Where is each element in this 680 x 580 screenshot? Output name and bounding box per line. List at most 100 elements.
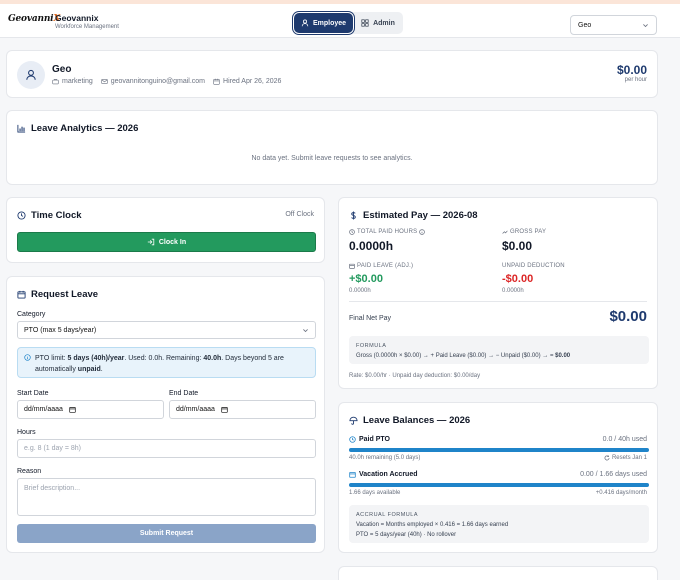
user-icon [26,69,36,80]
vacation-progress-fill [349,483,649,487]
umbrella-icon [349,416,358,425]
formula-title: FORMULA [356,343,387,349]
app-logo: GeovanniX [8,14,61,24]
leave-balances-card: Leave Balances — 2026 Paid PTO 0.0 / 40h… [338,402,658,553]
net-pay-label: Final Net Pay [349,315,392,322]
paid-pto-label: Paid PTO [349,436,390,443]
clock-icon [349,436,356,443]
hire-date: Hired Apr 26, 2026 [213,78,281,85]
unpaid-deduction-value: -$0.00 [502,273,534,285]
gross-pay-label: GROSS PAY [502,229,546,235]
paid-pto-reset: Resets Jan 1 [604,455,647,461]
vacation-used: 0.00 / 1.66 days used [580,471,647,478]
leave-analytics-card: Leave Analytics — 2026 No data yet. Subm… [6,110,658,185]
paid-leave-label: PAID LEAVE (ADJ.) [349,263,413,269]
briefcase-icon [52,78,59,85]
category-label: Category [17,311,46,318]
vacation-accrual-rate: +0.416 days/month [595,490,647,496]
clock-icon [17,211,26,220]
estimated-pay-title: Estimated Pay — 2026-08 [349,210,478,221]
gross-pay-value: $0.00 [502,239,533,253]
reason-label: Reason [17,468,42,475]
end-date-label: End Date [169,390,199,397]
brand: Geovannix Workforce Management [55,13,119,30]
profile-meta: marketing geovannitonguino@gmail.com Hir… [52,78,281,85]
vacation-progress [349,483,649,487]
unpaid-deduction-label: UNPAID DEDUCTION [502,263,565,269]
rate-amount: $0.00 [616,63,647,77]
accrual-line-2: PTO = 5 days/year (40h) · No rollover [356,532,457,538]
hours-label: Hours [17,429,36,436]
paid-pto-progress [349,448,649,452]
chevron-down-icon [303,328,308,332]
hourly-rate: $0.00 per hour [617,63,647,83]
paid-leave-value: +$0.00 [349,273,383,285]
start-date-label: Start Date [17,390,49,397]
vacation-label: Vacation Accrued [349,471,418,478]
reason-textarea[interactable]: Brief description... [17,478,316,516]
total-paid-hours-value: 0.0000h [349,239,394,253]
rate-unit: per hour [624,77,647,83]
clock-in-button[interactable]: Clock In [17,232,316,252]
calendar-icon [221,407,228,413]
leave-balances-title: Leave Balances — 2026 [349,415,470,426]
department: marketing [52,78,93,85]
paid-pto-progress-fill [349,448,649,452]
refresh-icon [604,455,610,461]
email: geovannitonguino@gmail.com [101,78,205,85]
calendar-icon [69,407,76,413]
start-date-input[interactable]: dd/mm/aaaa [17,400,164,419]
paid-pto-remaining: 40.0h remaining (5.0 days) [349,455,421,461]
divider [349,301,647,302]
analytics-empty-message: No data yet. Submit leave requests to se… [251,155,413,162]
vacation-available: 1.66 days available [349,490,401,496]
estimated-pay-card: Estimated Pay — 2026-08 TOTAL PAID HOURS… [338,197,658,389]
admin-mode-button[interactable]: Admin [355,14,401,32]
net-pay-value: $0.00 [609,308,647,325]
clock-status: Off Clock [285,211,314,218]
accrual-title: ACCRUAL FORMULA [356,512,418,518]
leave-history-card [338,566,658,580]
hours-input[interactable]: e.g. 8 (1 day = 8h) [17,439,316,458]
employee-mode-button[interactable]: Employee [295,14,353,32]
mode-switch: Employee Admin [293,12,403,34]
unpaid-deduction-hours: 0.0000h [502,288,524,294]
grid-icon [361,19,369,27]
category-select[interactable]: PTO (max 5 days/year) [17,321,316,339]
leave-analytics-title: Leave Analytics — 2026 [17,123,138,134]
calendar-plus-icon [17,290,26,299]
mail-icon [101,79,108,84]
login-icon [147,238,155,246]
app-header: GeovanniX Geovannix Workforce Management… [0,4,680,38]
request-leave-card: Request Leave Category PTO (max 5 days/y… [6,276,325,553]
calendar-icon [349,263,355,269]
pay-formula: FORMULA Gross (0.0000h × $0.00) → + Paid… [349,336,649,364]
total-paid-hours-label: TOTAL PAID HOURS [349,229,426,235]
paid-pto-used: 0.0 / 40h used [602,436,647,443]
paid-leave-hours: 0.0000h [349,288,371,294]
profile-card: Geo marketing geovannitonguino@gmail.com… [6,50,658,98]
submit-request-button[interactable]: Submit Request [17,524,316,543]
accrual-formula: ACCRUAL FORMULA Vacation = Months employ… [349,505,649,543]
end-date-input[interactable]: dd/mm/aaaa [169,400,316,419]
user-icon [301,19,309,27]
bar-chart-icon [17,124,26,133]
app-subtitle: Workforce Management [55,24,119,30]
request-leave-title: Request Leave [17,289,98,300]
pay-footer: Rate: $0.00/hr · Unpaid day deduction: $… [349,373,481,379]
app-name: Geovannix [55,13,99,23]
info-icon [24,354,31,361]
dollar-icon [351,211,356,220]
chevron-down-icon [643,23,648,27]
user-select[interactable]: Geo [570,15,657,35]
accrual-line-1: Vacation = Months employed × 0.416 = 1.6… [356,522,509,528]
pto-limit-info: PTO limit: 5 days (40h)/year. Used: 0.0h… [17,347,316,378]
avatar [17,61,45,89]
clock-icon [349,229,355,235]
calendar-icon [213,78,220,85]
calendar-icon [349,472,356,478]
time-clock-title: Time Clock [17,210,82,221]
profile-name: Geo [52,64,72,75]
formula-text: Gross (0.0000h × $0.00) → + Paid Leave (… [356,353,571,359]
info-icon[interactable] [419,229,426,235]
